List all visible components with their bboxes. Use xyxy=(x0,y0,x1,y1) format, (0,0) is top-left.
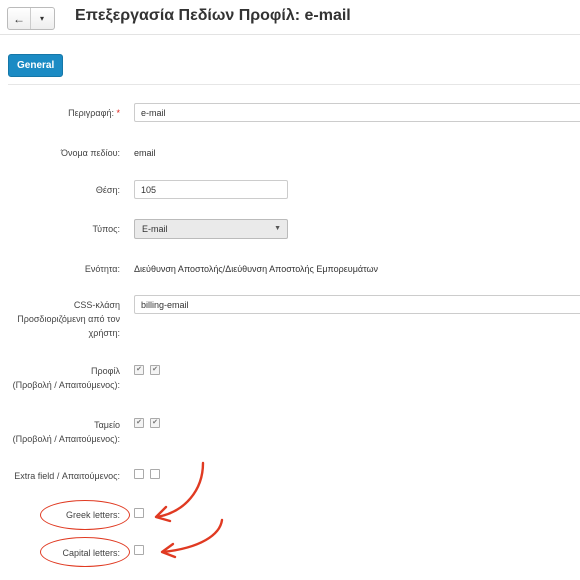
annotation-arrows xyxy=(154,461,224,559)
annotation-arrow xyxy=(161,518,224,554)
